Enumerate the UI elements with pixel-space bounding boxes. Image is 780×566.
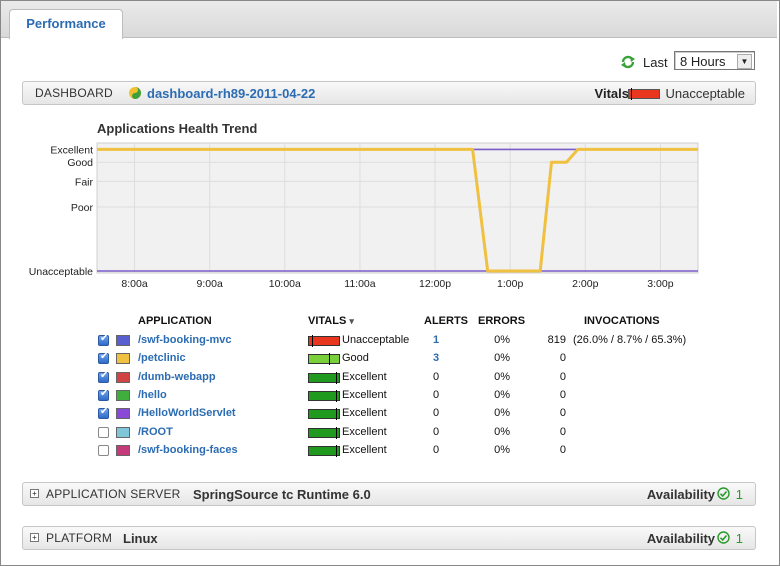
vitals-status: Excellent [342,389,387,401]
vitals-status: Excellent [342,371,387,383]
chart-x-tick-label: 1:00p [497,278,523,290]
row-checkbox[interactable] [98,351,109,364]
app-name-link[interactable]: /dumb-webapp [138,371,216,383]
invocations-count: 0 [559,352,566,364]
health-trend-chart: Unacceptable Poor Fair GoodExcellent 8:00a 9:… [29,142,699,290]
chart-y-tick-label: Unacceptable [29,266,93,278]
row-checkbox[interactable] [98,388,109,401]
series-color-swatch [116,353,130,364]
app-server-value: SpringSource tc Runtime 6.0 [193,487,371,502]
header-vitals-label: VITALS [308,315,347,327]
errors-value: 0% [494,444,510,456]
series-color-swatch [116,445,130,456]
sort-down-icon: ▾ [349,316,354,326]
application-server-bar: + APPLICATION SERVER SpringSource tc Run… [22,482,756,506]
alerts-count: 0 [432,426,440,438]
invocations-count: 0 [559,444,566,456]
series-color-swatch [116,427,130,438]
header-invocations: INVOCATIONS [584,315,660,327]
app-name-link[interactable]: /swf-booking-faces [138,444,238,456]
vitals-bar [308,353,340,365]
alerts-count: 0 [432,444,440,456]
chart-x-tick-label: 3:00p [647,278,673,290]
chart-x-tick-label: 11:00a [344,278,375,290]
alerts-count: 0 [432,371,440,383]
vitals-status: Unacceptable [342,334,410,346]
alerts-count: 0 [432,407,440,419]
errors-value: 0% [494,426,510,438]
series-color-swatch [116,335,130,346]
series-color-swatch [116,372,130,383]
invocations-count: 0 [559,371,566,383]
alerts-count: 0 [432,389,440,401]
errors-value: 0% [494,407,510,419]
errors-value: 0% [494,352,510,364]
app-name-link[interactable]: /swf-booking-mvc [138,334,232,346]
alerts-count[interactable]: 1 [424,334,448,346]
app-name-link[interactable]: /hello [138,389,167,401]
vitals-status: Excellent [342,407,387,419]
invocations-detail: (26.0% / 8.7% / 65.3%) [573,334,687,346]
row-checkbox[interactable] [98,427,109,438]
vitals-status: Excellent [342,426,387,438]
platform-section-label: PLATFORM [46,531,113,545]
errors-value: 0% [494,389,510,401]
header-vitals[interactable]: VITALS ▾ [308,315,354,327]
chart-y-tick-label: Poor [71,202,94,214]
invocations-count: 0 [559,407,566,419]
platform-value: Linux [123,531,158,546]
vitals-bar [308,408,340,420]
series-color-swatch [116,390,130,401]
header-errors: ERRORS [478,315,526,327]
chart-x-tick-label: 2:00p [572,278,598,290]
app-server-availability-count: 1 [735,487,743,502]
series-color-swatch [116,408,130,419]
vitals-bar [308,372,340,384]
platform-availability-label: Availability [646,531,715,546]
errors-value: 0% [494,371,510,383]
app-name-link[interactable]: /ROOT [138,426,173,438]
check-circle-icon [717,531,730,544]
row-checkbox[interactable] [98,406,109,419]
chart-x-tick-label: 9:00a [197,278,223,290]
vitals-status: Excellent [342,444,387,456]
alerts-count[interactable]: 3 [424,352,448,364]
row-checkbox[interactable] [98,445,109,456]
invocations-count: 819 [547,334,566,346]
chart-y-tick-label: Excellent [50,144,93,156]
errors-value: 0% [494,334,510,346]
chart-y-tick-label: Good [67,157,93,169]
vitals-bar [308,390,340,402]
header-alerts: ALERTS [424,315,468,327]
invocations-count: 0 [559,389,566,401]
row-checkbox[interactable] [98,333,109,346]
chart-x-tick-label: 8:00a [121,278,147,290]
vitals-status: Good [342,352,369,364]
vitals-bar [308,427,340,439]
chart-x-tick-label: 12:00p [419,278,451,290]
chart-x-tick-label: 10:00a [269,278,301,290]
app-server-section-label: APPLICATION SERVER [46,487,181,501]
invocations-count: 0 [559,426,566,438]
expand-icon[interactable]: + [30,533,39,542]
chart-y-tick-label: Fair [75,176,94,188]
platform-bar: + PLATFORM Linux Availability 1 [22,526,756,550]
expand-icon[interactable]: + [30,489,39,498]
check-circle-icon [717,487,730,500]
app-name-link[interactable]: /petclinic [138,352,186,364]
header-application[interactable]: APPLICATION [138,315,212,327]
vitals-bar [308,445,340,457]
platform-availability-count: 1 [735,531,743,546]
vitals-bar [308,335,340,347]
row-checkbox[interactable] [98,370,109,383]
app-server-availability-label: Availability [646,487,715,502]
app-name-link[interactable]: /HelloWorldServlet [138,407,236,419]
